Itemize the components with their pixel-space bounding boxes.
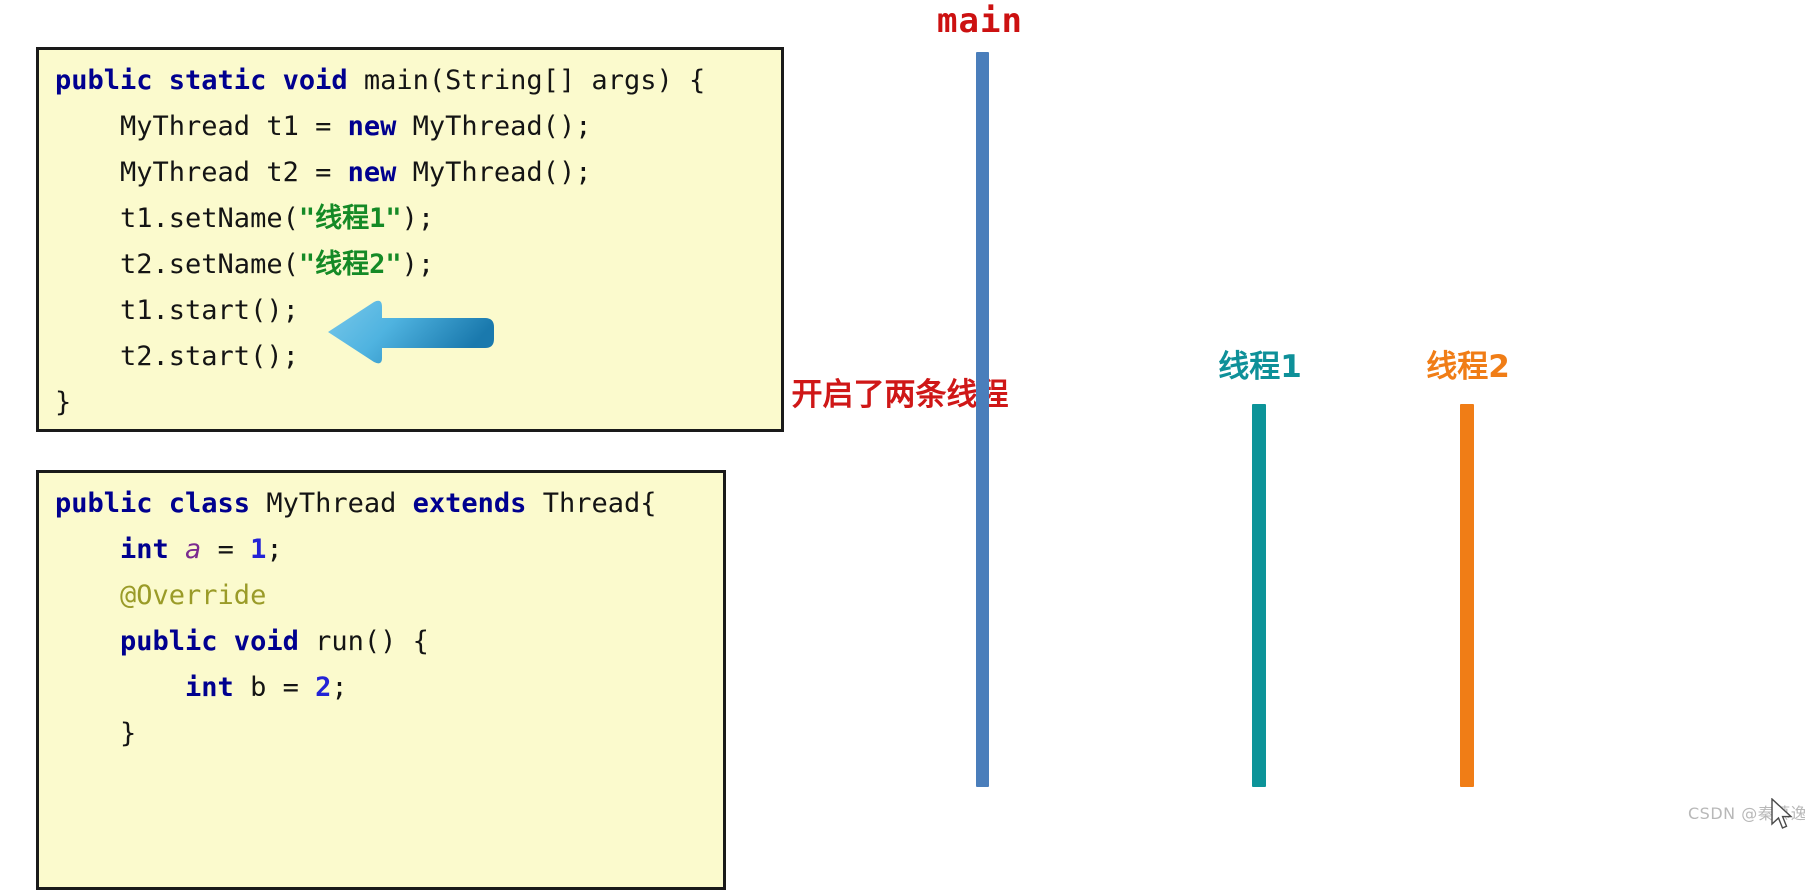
code-token: t2.setName( <box>55 249 299 280</box>
code-line: public static void main(String[] args) { <box>39 58 781 104</box>
code-line: int b = 2; <box>39 665 723 711</box>
code-token: ); <box>401 249 435 280</box>
left-arrow-icon <box>328 300 494 364</box>
code-token: t2.start(); <box>55 341 299 372</box>
code-token: MyThread(); <box>412 157 592 188</box>
code-token-string: "线程1" <box>298 203 402 234</box>
code-token: = <box>201 534 251 565</box>
thread-column-main: main <box>920 0 1040 38</box>
code-block-main-method: public static void main(String[] args) {… <box>36 47 784 432</box>
code-token: Thread{ <box>542 488 657 519</box>
thread-column-thread2: 线程2 <box>1398 352 1538 383</box>
code-token: t1.start(); <box>55 295 299 326</box>
code-token: MyThread <box>266 488 413 519</box>
code-token: extends <box>412 488 543 519</box>
code-token: } <box>55 718 137 749</box>
code-token: b = <box>250 672 316 703</box>
code-line: t1.setName("线程1"); <box>39 196 781 242</box>
code-token: public class <box>55 488 267 519</box>
code-token: run() { <box>315 626 429 657</box>
thread-label-thread2: 线程2 <box>1426 349 1510 385</box>
cursor-shape <box>1771 798 1793 829</box>
thread-bar-main <box>976 52 989 787</box>
code-token-string: "线程2" <box>298 249 402 280</box>
code-token-number: 2 <box>315 672 332 703</box>
code-line: public void run() { <box>39 619 723 665</box>
code-token: t1.setName( <box>55 203 299 234</box>
code-token-field: a <box>185 534 202 565</box>
code-line: public class MyThread extends Thread{ <box>39 481 723 527</box>
code-line: int a = 1; <box>39 527 723 573</box>
code-token: main(String[] args) { <box>363 65 706 96</box>
code-token: public static void <box>55 65 364 96</box>
thread-column-thread1: 线程1 <box>1190 352 1330 383</box>
thread-timeline-diagram: 开启了两条线程 main 线程1 线程2 <box>780 0 1805 839</box>
thread-bar-thread2 <box>1460 404 1474 787</box>
code-line: t2.setName("线程2"); <box>39 242 781 288</box>
code-token: new <box>347 157 413 188</box>
thread-bar-thread1 <box>1252 404 1266 787</box>
code-token: MyThread(); <box>412 111 592 142</box>
thread-label-main: main <box>937 1 1023 41</box>
code-token: int <box>55 672 251 703</box>
code-line: MyThread t1 = new MyThread(); <box>39 104 781 150</box>
mouse-cursor-icon <box>1771 798 1793 829</box>
code-token: public void <box>55 626 316 657</box>
code-line: @Override <box>39 573 723 619</box>
code-token: new <box>347 111 413 142</box>
code-block-mythread-class: public class MyThread extends Thread{ in… <box>36 470 726 890</box>
code-token: ); <box>401 203 435 234</box>
code-token: int <box>55 534 186 565</box>
code-token-annotation: @Override <box>55 580 267 611</box>
code-line: MyThread t2 = new MyThread(); <box>39 150 781 196</box>
code-token: MyThread t2 = <box>55 157 348 188</box>
code-token: MyThread t1 = <box>55 111 348 142</box>
code-token: ; <box>266 534 283 565</box>
thread-label-thread1: 线程1 <box>1218 349 1302 385</box>
code-token-number: 1 <box>250 534 267 565</box>
code-token: } <box>55 387 72 418</box>
code-line: } <box>39 711 723 757</box>
code-token: ; <box>331 672 348 703</box>
arrow-shape <box>328 300 494 364</box>
code-line: } <box>39 380 781 426</box>
